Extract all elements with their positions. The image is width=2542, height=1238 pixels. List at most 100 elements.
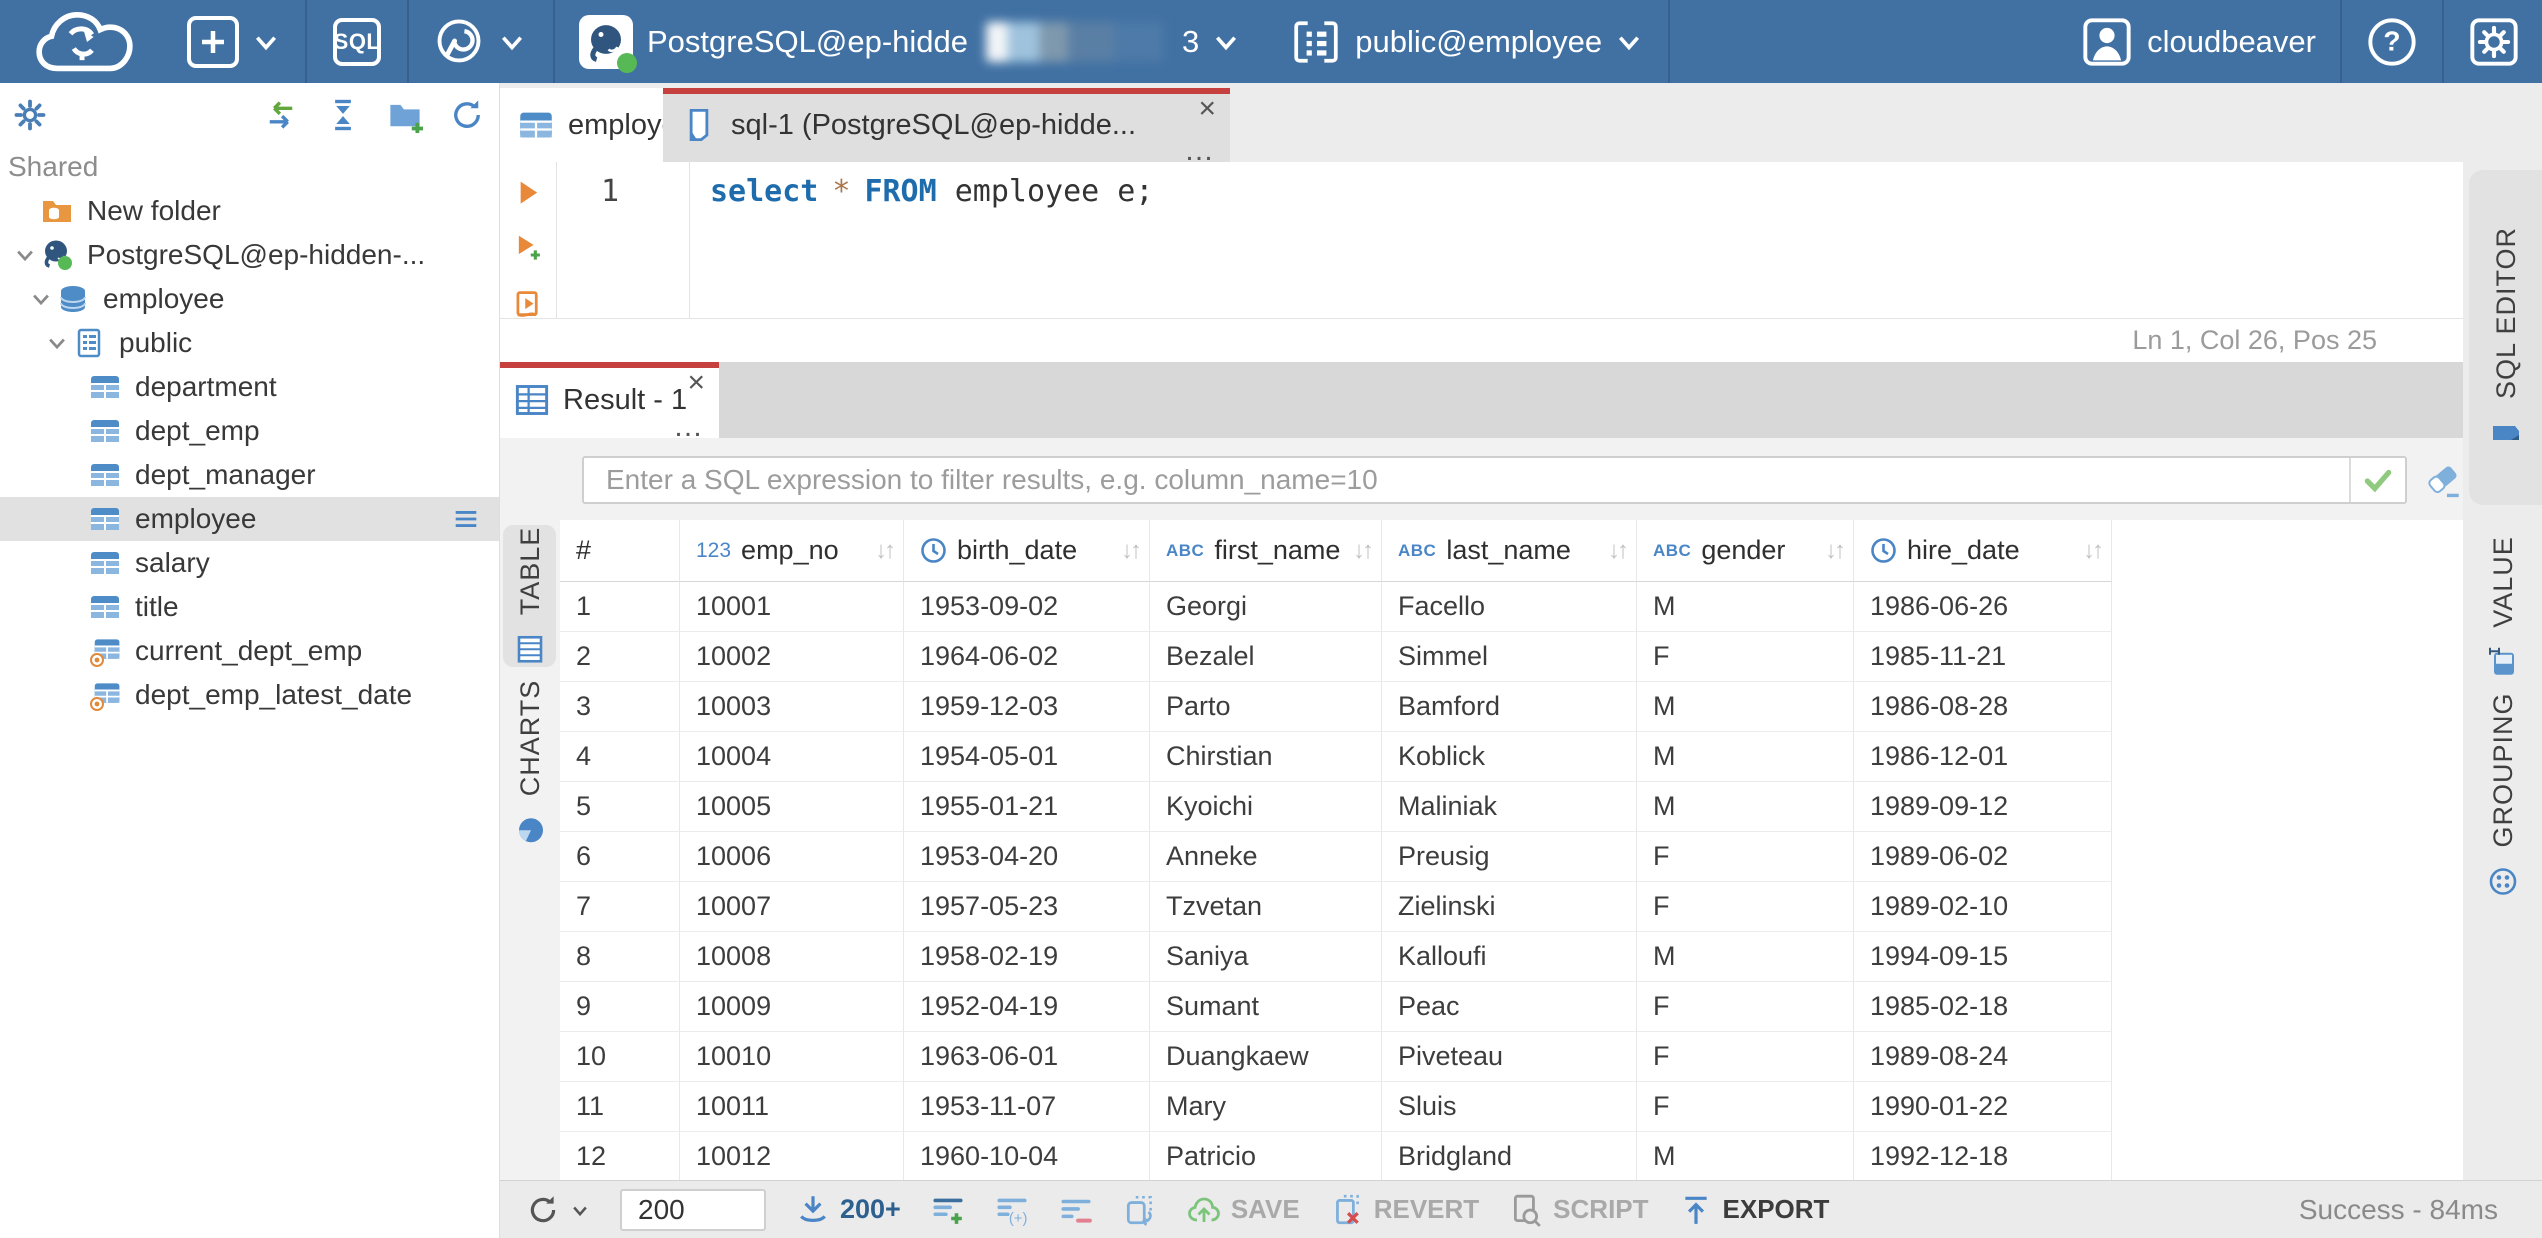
row-index-cell[interactable]: 3 bbox=[560, 682, 680, 732]
grid-cell[interactable]: F bbox=[1637, 632, 1854, 682]
grid-cell[interactable]: 1960-10-04 bbox=[904, 1132, 1150, 1180]
tree-item-salary[interactable]: salary bbox=[0, 541, 499, 585]
grid-cell[interactable]: 10001 bbox=[680, 582, 904, 632]
grid-cell[interactable]: 1989-02-10 bbox=[1854, 882, 2112, 932]
grid-cell[interactable]: Kalloufi bbox=[1382, 932, 1637, 982]
grid-cell[interactable]: 1994-09-15 bbox=[1854, 932, 2112, 982]
execute-in-new-tab-button[interactable] bbox=[510, 233, 546, 262]
sort-arrows-icon[interactable]: ↓↑ bbox=[1608, 537, 1636, 565]
column-header-index[interactable]: # bbox=[560, 520, 680, 582]
close-icon[interactable]: × bbox=[1198, 94, 1216, 124]
grid-cell[interactable]: 1954-05-01 bbox=[904, 732, 1150, 782]
grid-cell[interactable]: M bbox=[1637, 732, 1854, 782]
grid-cell[interactable]: Bamford bbox=[1382, 682, 1637, 732]
row-index-cell[interactable]: 10 bbox=[560, 1032, 680, 1082]
grid-cell[interactable]: Preusig bbox=[1382, 832, 1637, 882]
sort-arrows-icon[interactable]: ↓↑ bbox=[1121, 537, 1149, 565]
sync-connection-icon[interactable] bbox=[263, 97, 299, 133]
tab-sql-1[interactable]: sql-1 (PostgreSQL@ep-hidde... × … bbox=[663, 88, 1230, 166]
connection-selector[interactable]: PostgreSQL@ep-hidde 3 bbox=[579, 14, 1239, 73]
execute-script-button[interactable] bbox=[510, 289, 546, 318]
new-connection-button[interactable] bbox=[187, 15, 279, 68]
chevron-down-icon[interactable] bbox=[24, 288, 57, 310]
grid-cell[interactable]: 1963-06-01 bbox=[904, 1032, 1150, 1082]
delete-row-button[interactable] bbox=[1059, 1193, 1093, 1227]
grid-cell[interactable]: 1992-12-18 bbox=[1854, 1132, 2112, 1180]
grid-cell[interactable]: 10004 bbox=[680, 732, 904, 782]
tree-item-department[interactable]: department bbox=[0, 365, 499, 409]
grid-cell[interactable]: F bbox=[1637, 832, 1854, 882]
tree-item-new-folder[interactable]: New folder bbox=[0, 189, 499, 233]
apply-filter-button[interactable] bbox=[2349, 458, 2405, 502]
grid-cell[interactable]: Bezalel bbox=[1150, 632, 1382, 682]
grid-cell[interactable]: F bbox=[1637, 1032, 1854, 1082]
grid-cell[interactable]: Parto bbox=[1150, 682, 1382, 732]
row-index-cell[interactable]: 11 bbox=[560, 1082, 680, 1132]
grid-cell[interactable]: Duangkaew bbox=[1150, 1032, 1382, 1082]
grid-cell[interactable]: 10008 bbox=[680, 932, 904, 982]
grid-cell[interactable]: F bbox=[1637, 1082, 1854, 1132]
grid-cell[interactable]: 1989-09-12 bbox=[1854, 782, 2112, 832]
grid-cell[interactable]: 1989-06-02 bbox=[1854, 832, 2112, 882]
grid-cell[interactable]: Chirstian bbox=[1150, 732, 1382, 782]
grid-cell[interactable]: M bbox=[1637, 582, 1854, 632]
grid-cell[interactable]: 10005 bbox=[680, 782, 904, 832]
tree-item-title[interactable]: title bbox=[0, 585, 499, 629]
sort-arrows-icon[interactable]: ↓↑ bbox=[1353, 537, 1381, 565]
tab-charts-presentation[interactable]: CHARTS bbox=[503, 679, 556, 842]
help-button[interactable]: ? bbox=[2366, 16, 2418, 68]
grid-cell[interactable]: Peac bbox=[1382, 982, 1637, 1032]
tree-item-dept-emp-latest-date[interactable]: dept_emp_latest_date bbox=[0, 673, 499, 717]
grid-cell[interactable]: 1953-11-07 bbox=[904, 1082, 1150, 1132]
row-limit-input[interactable] bbox=[620, 1188, 766, 1231]
grid-cell[interactable]: 1957-05-23 bbox=[904, 882, 1150, 932]
grid-cell[interactable]: 1986-12-01 bbox=[1854, 732, 2112, 782]
revert-button[interactable]: REVERT bbox=[1330, 1193, 1479, 1227]
filter-input[interactable] bbox=[584, 458, 2349, 502]
grid-cell[interactable]: Simmel bbox=[1382, 632, 1637, 682]
grid-cell[interactable]: 1955-01-21 bbox=[904, 782, 1150, 832]
script-button[interactable]: SCRIPT bbox=[1509, 1193, 1649, 1227]
sort-arrows-icon[interactable]: ↓↑ bbox=[1825, 537, 1853, 565]
column-header-hire_date[interactable]: hire_date ↓↑ bbox=[1854, 520, 2112, 582]
grid-cell[interactable]: 1953-04-20 bbox=[904, 832, 1150, 882]
settings-gear-icon[interactable] bbox=[12, 97, 48, 133]
grid-cell[interactable]: M bbox=[1637, 1132, 1854, 1180]
grid-cell[interactable]: Sluis bbox=[1382, 1082, 1637, 1132]
grid-cell[interactable]: 10009 bbox=[680, 982, 904, 1032]
tab-grouping-panel[interactable]: GROUPING bbox=[2469, 687, 2537, 902]
tree-item-employee[interactable]: employee bbox=[0, 277, 499, 321]
grid-cell[interactable]: Tzvetan bbox=[1150, 882, 1382, 932]
export-button[interactable]: EXPORT bbox=[1679, 1193, 1829, 1227]
grid-cell[interactable]: Anneke bbox=[1150, 832, 1382, 882]
sort-arrows-icon[interactable]: ↓↑ bbox=[2083, 537, 2111, 565]
grid-cell[interactable]: 10006 bbox=[680, 832, 904, 882]
tree-item-dept-emp[interactable]: dept_emp bbox=[0, 409, 499, 453]
grid-cell[interactable]: 1985-11-21 bbox=[1854, 632, 2112, 682]
grid-cell[interactable]: Bridgland bbox=[1382, 1132, 1637, 1180]
column-header-birth_date[interactable]: birth_date ↓↑ bbox=[904, 520, 1150, 582]
grid-cell[interactable]: 1959-12-03 bbox=[904, 682, 1150, 732]
collapse-all-icon[interactable] bbox=[325, 97, 361, 133]
grid-cell[interactable]: 1989-08-24 bbox=[1854, 1032, 2112, 1082]
grid-cell[interactable]: Patricio bbox=[1150, 1132, 1382, 1180]
grid-cell[interactable]: Koblick bbox=[1382, 732, 1637, 782]
grid-cell[interactable]: 1964-06-02 bbox=[904, 632, 1150, 682]
grid-cell[interactable]: M bbox=[1637, 932, 1854, 982]
close-icon[interactable]: × bbox=[687, 368, 705, 398]
refresh-results-button[interactable] bbox=[526, 1193, 590, 1227]
clear-filter-eraser-icon[interactable] bbox=[2422, 460, 2464, 502]
column-header-last_name[interactable]: ABC last_name ↓↑ bbox=[1382, 520, 1637, 582]
grid-cell[interactable]: 10011 bbox=[680, 1082, 904, 1132]
row-index-cell[interactable]: 8 bbox=[560, 932, 680, 982]
row-index-cell[interactable]: 4 bbox=[560, 732, 680, 782]
add-row-button[interactable] bbox=[931, 1193, 965, 1227]
row-index-cell[interactable]: 5 bbox=[560, 782, 680, 832]
tab-employee[interactable]: employee bbox=[500, 88, 694, 162]
open-sql-editor-button[interactable]: SQL bbox=[333, 17, 381, 66]
row-index-cell[interactable]: 1 bbox=[560, 582, 680, 632]
refresh-icon[interactable] bbox=[449, 97, 485, 133]
chevron-down-icon[interactable] bbox=[40, 332, 73, 354]
grid-cell[interactable]: F bbox=[1637, 882, 1854, 932]
add-folder-icon[interactable] bbox=[387, 97, 423, 133]
